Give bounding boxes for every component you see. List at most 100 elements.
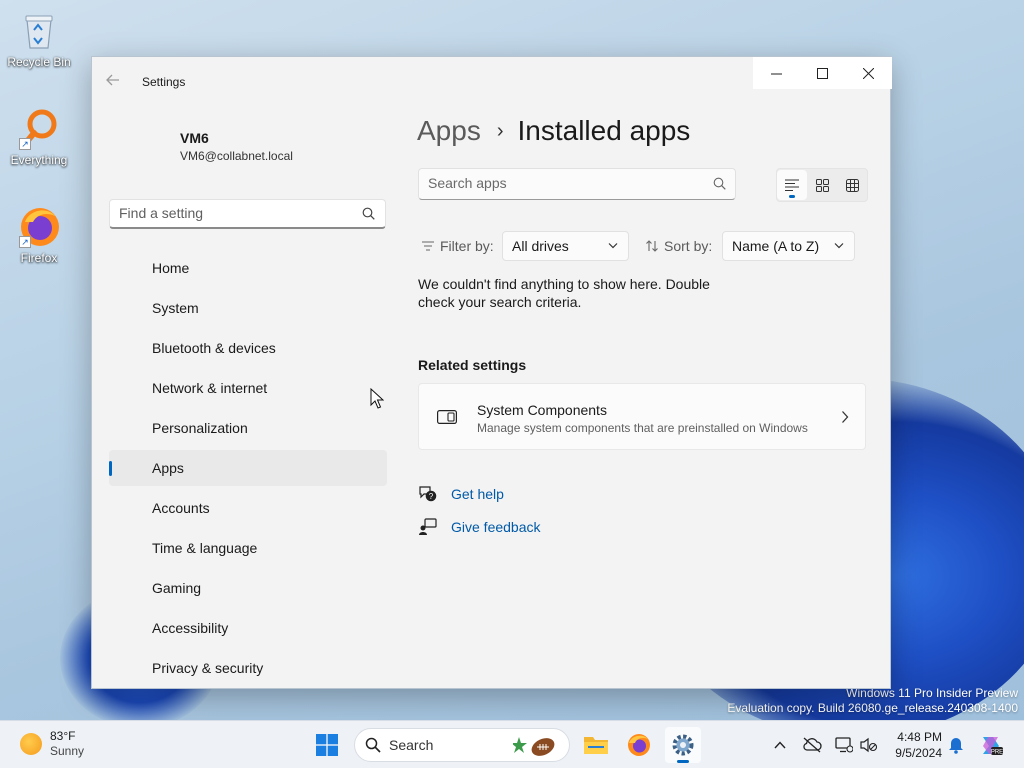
sidebar-item-accounts[interactable]: Accounts <box>109 490 387 526</box>
search-apps-box[interactable] <box>418 168 736 200</box>
chevron-down-icon <box>834 232 844 269</box>
sidebar-nav: Home System Bluetooth & devices Network … <box>109 250 387 690</box>
list-view-button[interactable] <box>777 170 807 200</box>
title-bar[interactable]: Settings <box>92 57 892 105</box>
desktop-icon-recycle-bin[interactable]: Recycle Bin <box>6 8 72 69</box>
desktop-icon-firefox[interactable]: ↗ Firefox <box>6 204 72 265</box>
desktop-icon-label: Recycle Bin <box>7 55 71 69</box>
get-help-link[interactable]: ? Get help <box>418 485 504 503</box>
sidebar-item-system[interactable]: System <box>109 290 387 326</box>
minimize-button[interactable] <box>753 57 799 89</box>
svg-text:PRE: PRE <box>991 750 1003 756</box>
grid-view-button[interactable] <box>837 170 867 200</box>
mouse-cursor-icon <box>370 387 385 415</box>
grid-view-icon <box>845 178 859 192</box>
sidebar-item-apps[interactable]: Apps <box>109 450 387 486</box>
tile-view-button[interactable] <box>807 170 837 200</box>
give-feedback-link[interactable]: Give feedback <box>418 518 541 536</box>
chevron-right-icon <box>841 410 849 429</box>
view-mode-toggle <box>776 168 868 202</box>
firefox-icon <box>628 734 650 756</box>
search-apps-input[interactable] <box>428 169 698 197</box>
taskbar-file-explorer[interactable] <box>578 727 614 763</box>
close-button[interactable] <box>845 57 891 89</box>
everything-search-icon: ↗ <box>17 106 61 150</box>
clock-time: 4:48 PM <box>897 730 942 744</box>
windows-logo-icon <box>316 734 338 756</box>
sidebar-item-home[interactable]: Home <box>109 250 387 286</box>
speaker-muted-icon[interactable] <box>857 733 881 757</box>
user-email: VM6@collabnet.local <box>180 149 293 163</box>
search-icon[interactable] <box>713 177 726 195</box>
taskbar-settings[interactable] <box>665 727 701 763</box>
settings-window: Settings VM6 VM6@collabnet.local Home Sy… <box>91 56 892 690</box>
filter-label: Filter by: <box>422 238 494 254</box>
system-components-card[interactable]: System Components Manage system componen… <box>418 383 866 450</box>
sidebar-item-gaming[interactable]: Gaming <box>109 570 387 606</box>
back-arrow-icon[interactable] <box>106 73 122 89</box>
breadcrumb-parent[interactable]: Apps <box>417 115 481 147</box>
notification-bell-icon[interactable] <box>944 733 968 757</box>
user-name: VM6 <box>180 130 209 146</box>
sort-label: Sort by: <box>646 238 712 254</box>
weather-widget[interactable]: 83°F Sunny <box>20 729 84 759</box>
chevron-down-icon <box>608 232 618 269</box>
search-highlight-icon <box>511 733 561 764</box>
page-title: Installed apps <box>517 115 691 146</box>
taskbar-firefox[interactable] <box>621 727 657 763</box>
search-icon[interactable] <box>362 207 375 225</box>
weather-condition: Sunny <box>50 744 85 758</box>
sort-dropdown[interactable]: Name (A to Z) <box>722 231 855 261</box>
avatar[interactable] <box>110 121 170 181</box>
system-clock[interactable]: 4:48 PM 9/5/2024 <box>882 729 942 761</box>
empty-results-message: We couldn't find anything to show here. … <box>418 276 710 310</box>
filter-drives-dropdown[interactable]: All drives <box>502 231 629 261</box>
filter-label-text: Filter by: <box>440 238 494 254</box>
find-setting-box[interactable] <box>109 199 386 229</box>
desktop-icon-label: Everything <box>10 153 68 167</box>
show-hidden-icons-chevron-up-icon[interactable] <box>768 733 792 757</box>
sidebar-item-bluetooth-devices[interactable]: Bluetooth & devices <box>109 330 387 366</box>
get-help-label: Get help <box>451 486 504 502</box>
sidebar-item-time-language[interactable]: Time & language <box>109 530 387 566</box>
recycle-bin-icon <box>17 8 61 52</box>
maximize-icon <box>816 67 828 79</box>
taskbar: 83°F Sunny Search 4:48 PM 9/5/2024 PRE <box>0 720 1024 768</box>
clock-date: 9/5/2024 <box>895 746 942 760</box>
breadcrumb-separator: › <box>496 119 504 142</box>
sun-icon <box>20 733 42 755</box>
sidebar-item-accessibility[interactable]: Accessibility <box>109 610 387 646</box>
give-feedback-icon <box>418 518 442 536</box>
sidebar-item-personalization[interactable]: Personalization <box>109 410 387 446</box>
card-subtitle: Manage system components that are preins… <box>477 421 808 435</box>
filter-sort-row: Filter by: All drives Sort by: Name (A t… <box>418 231 858 261</box>
start-button[interactable] <box>309 727 345 763</box>
svg-text:?: ? <box>429 492 434 501</box>
desktop-icon-label: Firefox <box>20 251 58 265</box>
watermark-line-2: Evaluation copy. Build 26080.ge_release.… <box>727 701 1018 715</box>
copilot-icon[interactable]: PRE <box>979 733 1003 757</box>
filter-icon <box>422 241 434 251</box>
desktop-icon-everything[interactable]: ↗ Everything <box>6 106 72 167</box>
tile-view-icon <box>815 178 829 192</box>
card-title: System Components <box>477 402 607 418</box>
find-setting-input[interactable] <box>119 200 349 226</box>
maximize-button[interactable] <box>799 57 845 89</box>
weather-temperature: 83°F <box>50 729 76 743</box>
related-settings-heading: Related settings <box>418 357 527 373</box>
breadcrumb: Apps › Installed apps <box>417 115 690 147</box>
gear-icon <box>672 734 694 756</box>
taskbar-search[interactable]: Search <box>354 728 570 762</box>
network-display-icon[interactable] <box>832 733 856 757</box>
folder-icon <box>584 737 608 754</box>
onedrive-offline-icon[interactable] <box>800 733 824 757</box>
get-help-icon: ? <box>418 485 442 503</box>
shortcut-arrow-icon: ↗ <box>19 138 31 150</box>
filter-drives-value: All drives <box>512 238 569 254</box>
sidebar-item-network-internet[interactable]: Network & internet <box>109 370 387 406</box>
sidebar-item-privacy-security[interactable]: Privacy & security <box>109 650 387 686</box>
sort-label-text: Sort by: <box>664 238 713 254</box>
system-components-icon <box>437 410 457 429</box>
taskbar-search-label: Search <box>389 737 434 753</box>
sort-value: Name (A to Z) <box>732 238 820 254</box>
